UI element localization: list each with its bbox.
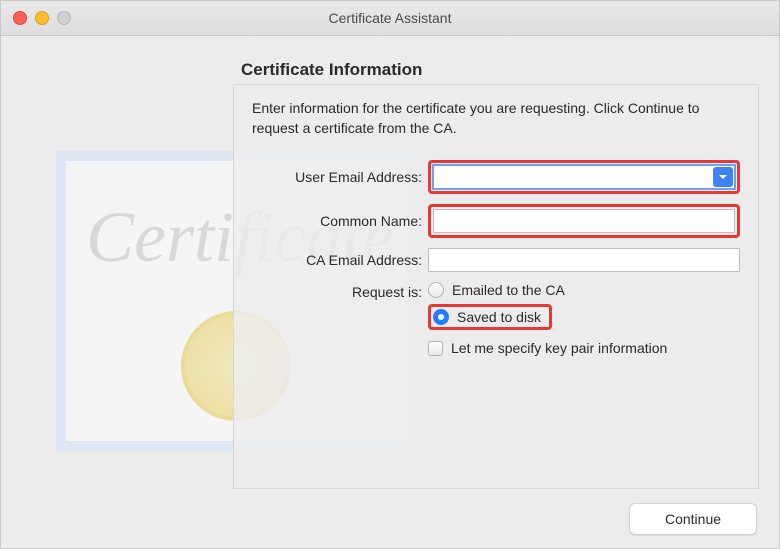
common-name-input[interactable]	[433, 209, 735, 233]
radio-emailed-icon	[428, 282, 444, 298]
close-icon[interactable]	[13, 11, 27, 25]
form-panel: Enter information for the certificate yo…	[233, 84, 759, 489]
page-heading: Certificate Information	[241, 60, 422, 80]
row-common-name: Common Name:	[252, 204, 740, 238]
radio-saved-label: Saved to disk	[457, 309, 541, 325]
radio-saved-icon	[433, 309, 449, 325]
zoom-icon	[57, 11, 71, 25]
checkbox-keypair-icon	[428, 341, 443, 356]
row-ca-email: CA Email Address:	[252, 248, 740, 272]
window-title: Certificate Assistant	[1, 10, 779, 26]
checkbox-keypair[interactable]: Let me specify key pair information	[428, 340, 667, 356]
user-email-highlight	[428, 160, 740, 194]
radio-saved-highlight: Saved to disk	[428, 304, 667, 330]
user-email-combo[interactable]	[433, 165, 735, 189]
request-is-radio-group: Emailed to the CA Saved to disk	[428, 282, 667, 356]
instructions-text: Enter information for the certificate yo…	[252, 99, 740, 138]
row-request-is: Request is: Emailed to the CA Saved to d…	[252, 282, 740, 356]
titlebar: Certificate Assistant	[1, 1, 779, 36]
continue-button-label: Continue	[665, 511, 721, 527]
request-is-ctrl: Emailed to the CA Saved to disk	[428, 282, 740, 356]
user-email-input[interactable]	[433, 165, 735, 189]
radio-saved[interactable]: Saved to disk	[433, 309, 541, 325]
continue-button[interactable]: Continue	[629, 503, 757, 535]
ca-email-input[interactable]	[428, 248, 740, 272]
checkbox-keypair-label: Let me specify key pair information	[451, 340, 667, 356]
chevron-down-icon[interactable]	[713, 167, 733, 187]
user-email-label: User Email Address:	[252, 169, 428, 185]
common-name-label: Common Name:	[252, 213, 428, 229]
window: Certificate Assistant Certificate Certif…	[0, 0, 780, 549]
ca-email-ctrl	[428, 248, 740, 272]
row-user-email: User Email Address:	[252, 160, 740, 194]
radio-emailed-label: Emailed to the CA	[452, 282, 565, 298]
ca-email-label: CA Email Address:	[252, 252, 428, 268]
traffic-lights	[13, 11, 71, 25]
content: Certificate Certificate Information Ente…	[1, 36, 779, 549]
minimize-icon[interactable]	[35, 11, 49, 25]
common-name-highlight	[428, 204, 740, 238]
radio-emailed[interactable]: Emailed to the CA	[428, 282, 667, 298]
request-is-label: Request is:	[252, 282, 428, 300]
